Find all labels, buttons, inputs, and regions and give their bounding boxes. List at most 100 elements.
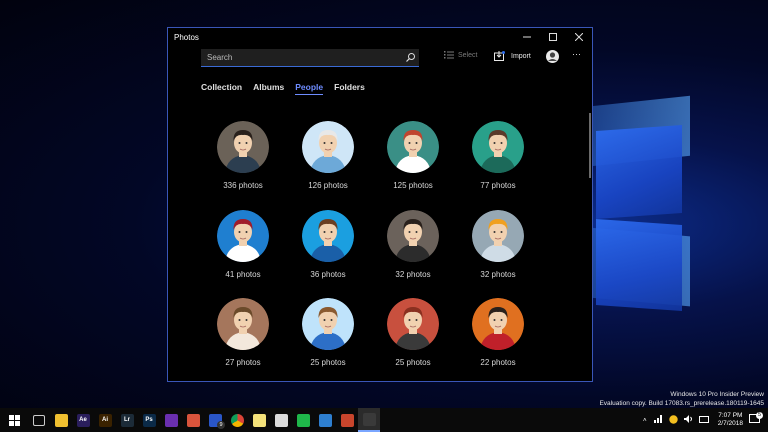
person-avatar[interactable] (217, 298, 269, 350)
select-label: Select (458, 51, 478, 59)
task-view-icon (33, 414, 45, 426)
taskbar-app[interactable]: Lr (116, 408, 138, 432)
select-list-icon (444, 51, 454, 59)
maximize-button[interactable] (540, 28, 566, 46)
person-avatar[interactable] (387, 121, 439, 173)
photo-count: 22 photos (480, 358, 516, 367)
illustrator-icon: Ai (98, 413, 112, 427)
watermark-line-1: Windows 10 Pro Insider Preview (670, 391, 764, 398)
clock-time: 7:07 PM (718, 412, 743, 419)
person-avatar[interactable] (472, 121, 524, 173)
taskbar-app[interactable]: Ai (94, 408, 116, 432)
taskbar-app[interactable] (358, 408, 380, 432)
minimize-button[interactable] (514, 28, 540, 46)
power-app-icon (186, 413, 200, 427)
person-avatar[interactable] (472, 210, 524, 262)
file-explorer-icon (54, 413, 68, 427)
clock[interactable]: 7:07 PM 2/7/2018 (718, 412, 743, 428)
person-card[interactable]: 25 photos (383, 298, 443, 367)
photo-count: 25 photos (310, 358, 346, 367)
person-card[interactable]: 32 photos (383, 210, 443, 279)
person-card[interactable]: 22 photos (468, 298, 528, 367)
tab-albums[interactable]: Albums (253, 82, 284, 95)
tab-collection[interactable]: Collection (201, 82, 242, 95)
person-avatar[interactable] (302, 298, 354, 350)
import-icon (494, 51, 505, 61)
person-card[interactable]: 32 photos (468, 210, 528, 279)
select-button[interactable]: Select (444, 51, 477, 59)
taskbar-app[interactable]: Ps (138, 408, 160, 432)
toolbar: Select Import ··· (168, 46, 592, 72)
visual-studio-icon (164, 413, 178, 427)
photo-count: 336 photos (223, 181, 263, 190)
person-avatar[interactable] (387, 298, 439, 350)
notification-count: 5 (756, 412, 763, 419)
scrollbar[interactable] (589, 113, 591, 178)
taskbar-app[interactable] (336, 408, 358, 432)
start-button[interactable] (0, 408, 28, 432)
action-center-button[interactable]: 5 (749, 412, 763, 426)
after-effects-icon: Ae (76, 413, 90, 427)
person-avatar[interactable] (217, 121, 269, 173)
account-icon (546, 50, 559, 63)
title-bar[interactable]: Photos (168, 28, 592, 46)
account-avatar[interactable] (546, 50, 559, 63)
mail-badge: 9 (217, 421, 225, 429)
person-card[interactable]: 77 photos (468, 121, 528, 190)
taskbar-app[interactable] (50, 408, 72, 432)
person-card[interactable]: 126 photos (298, 121, 358, 190)
person-card[interactable]: 41 photos (213, 210, 273, 279)
person-avatar[interactable] (387, 210, 439, 262)
more-options-button[interactable]: ··· (572, 49, 581, 59)
photos-app-icon (362, 412, 376, 426)
person-card[interactable]: 36 photos (298, 210, 358, 279)
search-icon[interactable] (401, 53, 419, 62)
windows-logo-pane (596, 124, 682, 220)
taskbar-app[interactable] (270, 408, 292, 432)
photo-count: 125 photos (393, 181, 433, 190)
taskbar-app[interactable] (248, 408, 270, 432)
search-box[interactable] (201, 49, 419, 67)
chevron-up-icon[interactable]: ˄ (643, 417, 647, 424)
sticky-notes-icon (252, 413, 266, 427)
remote-desktop-icon (318, 413, 332, 427)
photo-count: 36 photos (310, 270, 346, 279)
tab-people[interactable]: People (295, 82, 324, 95)
line-icon (296, 413, 310, 427)
keyboard-icon[interactable] (698, 415, 709, 425)
evaluation-watermark: Windows 10 Pro Insider Preview Evaluatio… (599, 390, 764, 408)
photos-window: Photos Select Import ··· Collection Album… (167, 27, 593, 382)
tab-bar: Collection Albums People Folders (201, 82, 376, 95)
volume-icon[interactable] (683, 415, 693, 425)
person-card[interactable]: 336 photos (213, 121, 273, 190)
emoji-icon[interactable] (668, 414, 678, 426)
taskbar-app[interactable] (292, 408, 314, 432)
network-icon[interactable] (653, 415, 663, 425)
close-button[interactable] (566, 28, 592, 46)
taskbar-app[interactable] (314, 408, 336, 432)
import-label: Import (511, 52, 531, 60)
taskbar-app[interactable]: Ae (72, 408, 94, 432)
photo-count: 27 photos (225, 358, 261, 367)
person-card[interactable]: 125 photos (383, 121, 443, 190)
person-card[interactable]: 25 photos (298, 298, 358, 367)
system-tray: ˄ 7:07 PM 2/7/2018 5 (639, 408, 768, 432)
taskbar-app[interactable] (226, 408, 248, 432)
more-label: ··· (572, 49, 581, 59)
person-avatar[interactable] (217, 210, 269, 262)
watermark-line-2: Evaluation copy. Build 17083.rs_prerelea… (599, 400, 764, 407)
search-input[interactable] (201, 52, 401, 63)
taskbar-app[interactable] (182, 408, 204, 432)
taskbar-app[interactable] (160, 408, 182, 432)
person-avatar[interactable] (472, 298, 524, 350)
taskbar-app[interactable]: 9 (204, 408, 226, 432)
person-avatar[interactable] (302, 210, 354, 262)
tab-folders[interactable]: Folders (334, 82, 365, 95)
person-card[interactable]: 27 photos (213, 298, 273, 367)
person-avatar[interactable] (302, 121, 354, 173)
powerpoint-icon (340, 413, 354, 427)
window-title: Photos (174, 32, 199, 42)
import-button[interactable]: Import (494, 51, 531, 61)
taskbar-app[interactable] (28, 408, 50, 432)
photo-count: 126 photos (308, 181, 348, 190)
